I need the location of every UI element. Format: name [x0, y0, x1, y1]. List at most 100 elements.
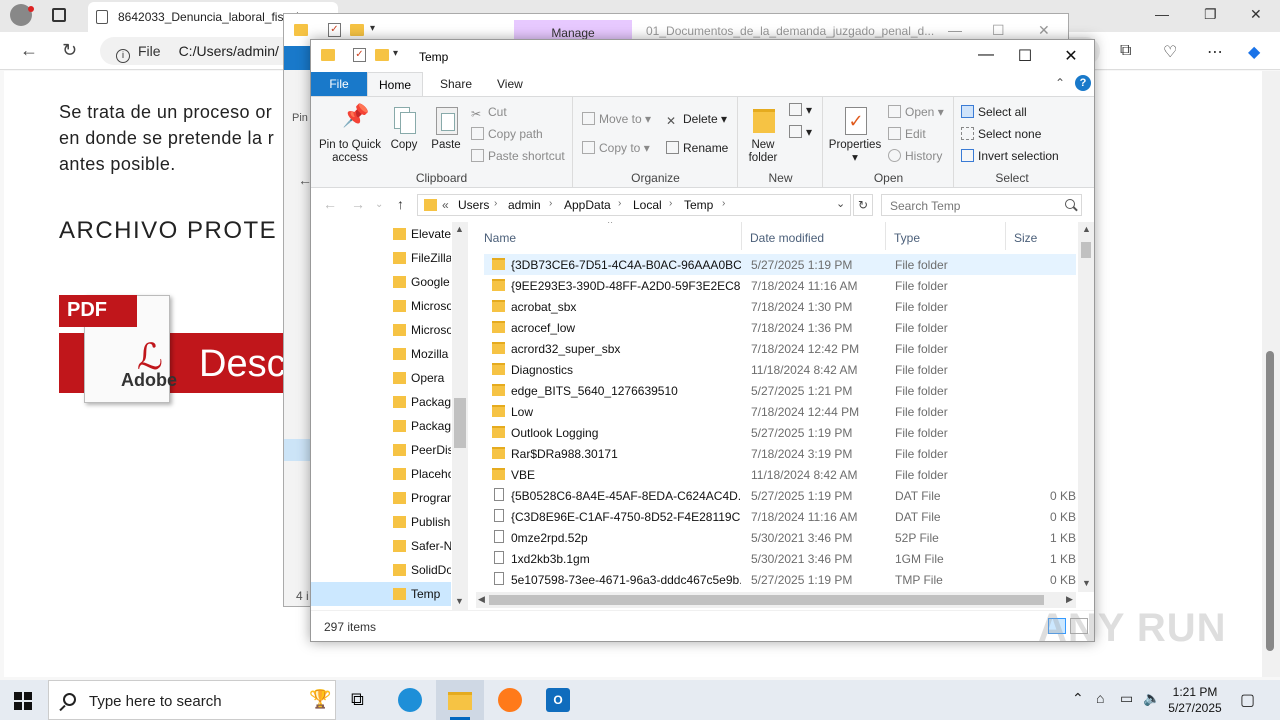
close-icon[interactable]: ✕ [1250, 6, 1262, 23]
properties-button[interactable]: ✓ Properties ▾ [826, 105, 884, 165]
breadcrumb-local[interactable]: Local [633, 198, 662, 212]
nav-scrollbar[interactable]: ▲ ▼ [452, 222, 468, 610]
column-header-size[interactable]: Size [1006, 222, 1076, 250]
help-icon[interactable]: ? [1075, 75, 1091, 91]
file-row[interactable]: Rar$DRa988.30171 7/18/2024 3:19 PM File fo… [484, 443, 1076, 464]
nav-scroll-thumb[interactable] [454, 398, 466, 448]
list-vertical-scrollbar[interactable]: ▲ ▼ [1078, 222, 1094, 592]
quick-access-dropdown-icon[interactable]: ▾ [370, 23, 375, 34]
breadcrumb-overflow[interactable]: « [442, 198, 449, 212]
edit-button[interactable]: Edit [888, 127, 926, 141]
nav-item[interactable]: Packag [391, 414, 451, 438]
new-folder-button[interactable]: New folder [743, 105, 783, 165]
collapse-ribbon-icon[interactable]: ⌃ [1055, 76, 1065, 90]
list-horizontal-thumb[interactable] [489, 595, 1044, 605]
copy-to-button[interactable]: Copy to ▾ [582, 141, 650, 155]
nav-item[interactable]: Packag [391, 390, 451, 414]
close-icon[interactable]: ✕ [1048, 46, 1094, 68]
edge-taskbar-button[interactable] [386, 680, 434, 720]
nav-item[interactable]: Google [391, 270, 451, 294]
nav-item[interactable]: Safer-N [391, 534, 451, 558]
firefox-taskbar-button[interactable] [486, 680, 534, 720]
paste-button[interactable]: Paste [427, 105, 465, 152]
delete-button[interactable]: ✕ Delete ▾ [666, 112, 727, 128]
chevron-right-icon[interactable]: › [669, 198, 672, 209]
copilot-icon[interactable]: ◆ [1248, 42, 1260, 62]
open-button[interactable]: Open ▾ [888, 105, 944, 119]
breadcrumb-appdata[interactable]: AppData [564, 198, 611, 212]
chevron-right-icon[interactable]: › [722, 198, 725, 209]
forward-arrow-icon[interactable]: → [351, 196, 365, 212]
pdf-download-banner[interactable]: Desc ℒ Adobe PDF [59, 293, 299, 403]
copy-button[interactable]: Copy [387, 105, 421, 152]
scroll-down-icon[interactable]: ▼ [455, 596, 464, 606]
file-explorer-taskbar-button[interactable] [436, 680, 484, 720]
tab-file[interactable]: File [311, 72, 367, 96]
volume-icon[interactable]: 🔈 [1143, 690, 1160, 707]
file-row[interactable]: {5B0528C6-8A4E-45AF-8EDA-C624AC4D... 5/27… [484, 485, 1076, 506]
network-icon[interactable]: ▭ [1120, 690, 1133, 707]
close-icon[interactable]: ✕ [1038, 22, 1050, 39]
page-scrollbar[interactable] [1262, 71, 1280, 677]
reload-icon[interactable]: ↻ [62, 40, 77, 61]
nav-item[interactable]: Publish [391, 510, 451, 534]
extensions-icon[interactable]: ♡ [1163, 42, 1177, 62]
restore-icon[interactable]: ❐ [1204, 6, 1217, 23]
column-header-name[interactable]: ^ Name [476, 222, 742, 250]
background-file-tab[interactable] [284, 46, 310, 70]
invert-selection-button[interactable]: Invert selection [961, 149, 1059, 163]
search-input[interactable]: Search Temp [881, 194, 1082, 216]
minimize-icon[interactable]: — [1155, 6, 1169, 22]
column-header-date[interactable]: Date modified [742, 222, 886, 250]
file-row[interactable]: Outlook Logging 5/27/2025 1:19 PM File fol… [484, 422, 1076, 443]
nav-item[interactable]: Opera [391, 366, 451, 390]
nav-item[interactable]: Microso [391, 294, 451, 318]
select-all-button[interactable]: Select all [961, 105, 1027, 119]
file-row[interactable]: VBE 11/18/2024 8:42 AM File folder [484, 464, 1076, 485]
new-item-button[interactable]: ▾ [789, 103, 812, 117]
file-row[interactable]: Low 7/18/2024 12:44 PM File folder [484, 401, 1076, 422]
scroll-right-icon[interactable]: ▶ [1066, 594, 1073, 605]
tab-share[interactable]: Share [440, 77, 472, 91]
column-header-type[interactable]: Type [886, 222, 1006, 250]
properties-check-icon[interactable]: ✓ [328, 23, 341, 37]
easy-access-button[interactable]: ▾ [789, 125, 812, 139]
maximize-icon[interactable]: ☐ [992, 22, 1005, 39]
back-arrow-icon[interactable]: ← [20, 40, 38, 61]
file-row[interactable]: {3DB73CE6-7D51-4C4A-B0AC-96AAA0BC... 5/27… [484, 254, 1076, 275]
tab-actions-icon[interactable] [52, 8, 66, 22]
task-view-button[interactable]: ⧉ [336, 680, 384, 720]
nav-item[interactable]: Program [391, 486, 451, 510]
file-row[interactable]: 0mze2rpd.52p 5/30/2021 3:46 PM 52P File 1 K… [484, 527, 1076, 548]
scroll-left-icon[interactable]: ◀ [478, 594, 485, 605]
nav-item[interactable]: Mozilla [391, 342, 451, 366]
minimize-icon[interactable]: — [948, 22, 962, 38]
properties-check-icon[interactable]: ✓ [353, 48, 366, 62]
select-none-button[interactable]: Select none [961, 127, 1041, 141]
file-row[interactable]: acrobat_sbx 7/18/2024 1:30 PM File folder [484, 296, 1076, 317]
chevron-right-icon[interactable]: › [494, 198, 497, 209]
maximize-icon[interactable]: ☐ [1002, 46, 1048, 68]
up-arrow-icon[interactable]: ↑ [397, 196, 404, 212]
chevron-right-icon[interactable]: › [618, 198, 621, 209]
quick-access-dropdown-icon[interactable]: ▾ [393, 48, 398, 59]
breadcrumb-users[interactable]: Users [458, 198, 489, 212]
chevron-down-icon[interactable]: ⌄ [836, 197, 845, 210]
file-row[interactable]: {C3D8E96E-C1AF-4750-8D52-F4E28119C1... 7/… [484, 506, 1076, 527]
taskbar-search-box[interactable]: Type here to search 🏆 [48, 680, 336, 720]
nav-item[interactable]: Placeho [391, 462, 451, 486]
windows-start-icon[interactable] [14, 692, 32, 710]
info-icon[interactable]: i [116, 49, 130, 63]
file-row[interactable]: {9EE293E3-390D-48FF-A2D0-59F3E2EC88... 7/… [484, 275, 1076, 296]
new-folder-icon[interactable] [375, 49, 389, 61]
move-to-button[interactable]: Move to ▾ [582, 112, 651, 126]
scroll-down-icon[interactable]: ▼ [1082, 578, 1091, 588]
new-folder-icon[interactable] [350, 24, 364, 36]
more-menu-icon[interactable]: ⋯ [1207, 42, 1223, 62]
file-row[interactable]: 1xd2kb3b.1gm 5/30/2021 3:46 PM 1GM File 1 K… [484, 548, 1076, 569]
list-horizontal-scrollbar[interactable]: ◀ ▶ [476, 592, 1076, 608]
copy-path-button[interactable]: Copy path [471, 127, 543, 141]
system-clock[interactable]: 1:21 PM 5/27/2025 [1160, 684, 1230, 716]
breadcrumb-temp[interactable]: Temp [684, 198, 713, 212]
nav-item[interactable]: Elevate [391, 222, 451, 246]
